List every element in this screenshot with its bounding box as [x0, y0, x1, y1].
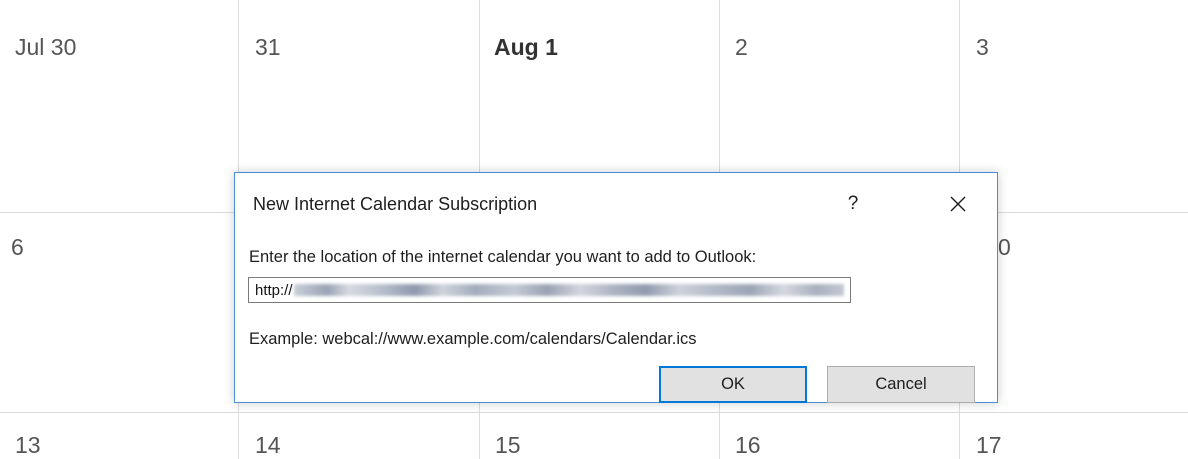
day-aug-13[interactable]: 13	[15, 432, 41, 459]
day-aug-2[interactable]: 2	[735, 34, 748, 61]
day-aug-17[interactable]: 17	[976, 432, 1002, 459]
day-aug-6[interactable]: 6	[11, 234, 24, 261]
day-aug-14[interactable]: 14	[255, 432, 281, 459]
redacted-url-text	[293, 284, 844, 296]
day-aug-3[interactable]: 3	[976, 34, 989, 61]
day-aug-15[interactable]: 15	[495, 432, 521, 459]
calendar-url-input[interactable]: http://	[248, 277, 851, 303]
location-prompt-label: Enter the location of the internet calen…	[249, 248, 757, 266]
day-aug-16[interactable]: 16	[735, 432, 761, 459]
day-jul-31[interactable]: 31	[255, 34, 281, 61]
url-input-value: http://	[255, 281, 293, 299]
close-icon[interactable]	[935, 185, 981, 223]
day-aug-1[interactable]: Aug 1	[494, 34, 558, 61]
example-url-text: Example: webcal://www.example.com/calend…	[249, 330, 697, 348]
day-aug-10[interactable]: 0	[998, 234, 1011, 261]
day-jul-30[interactable]: Jul 30	[15, 34, 76, 61]
close-x-glyph	[950, 196, 966, 212]
dialog-title-bar[interactable]: New Internet Calendar Subscription ?	[235, 173, 997, 235]
dialog-title: New Internet Calendar Subscription	[253, 194, 538, 214]
help-icon[interactable]: ?	[833, 187, 873, 221]
cancel-button[interactable]: Cancel	[827, 366, 975, 403]
row-divider	[0, 412, 1188, 413]
ok-button[interactable]: OK	[659, 366, 807, 403]
new-internet-calendar-dialog: New Internet Calendar Subscription ? Ent…	[234, 172, 998, 403]
